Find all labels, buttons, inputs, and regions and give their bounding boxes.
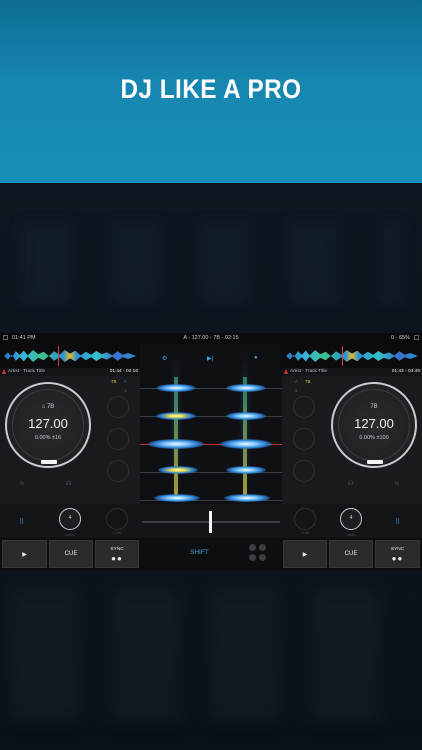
deck-a-grid-icon[interactable]: ⠿ <box>19 518 24 526</box>
crossfader-handle[interactable] <box>209 511 212 533</box>
deck-b-key: 7B <box>370 404 378 410</box>
transport-row: ▶ CUE SYNC ●● SHIFT ▶ CUE SYNC ●● <box>0 538 422 570</box>
settings-icon[interactable]: ⚙ <box>162 355 167 362</box>
blurred-background-bottom <box>0 570 422 750</box>
deck-a-eq-column <box>103 382 133 502</box>
deck-a-key: ⌂ 7B <box>41 404 55 410</box>
sync-dots: ●● <box>391 554 404 563</box>
sync-dots: ●● <box>111 554 123 563</box>
deck-a-play-button[interactable]: ▶ <box>2 540 47 568</box>
shift-button[interactable]: SHIFT <box>190 549 209 556</box>
beat-peak <box>154 494 200 502</box>
waveform-overview <box>4 350 136 362</box>
deck-a-cue-button[interactable]: CUE <box>49 540 93 568</box>
status-bar: 01:41 PM A - 127.00 - 7B - 02:15 0 - 65% <box>0 333 422 344</box>
gain-value: 4 <box>349 515 353 521</box>
sync-label: SYNC <box>390 547 405 552</box>
gain-label: GAIN <box>65 533 75 537</box>
beat-peak <box>158 466 198 474</box>
deck-b-grid-icon[interactable]: ⠿ <box>395 518 400 526</box>
low-label: LOW <box>112 531 122 535</box>
deck-a-bpm: 127.00 <box>28 416 68 431</box>
deck-b-track-title: Artist - Track Title <box>290 369 328 374</box>
deck-a-sync-button[interactable]: SYNC ●● <box>95 540 139 568</box>
deck-b-gain-knob[interactable]: 4 GAIN <box>340 508 362 537</box>
headphone-icon[interactable]: ☊ <box>66 480 71 487</box>
jog-position-marker <box>367 460 383 464</box>
deck-b-sync-button[interactable]: SYNC ●● <box>375 540 420 568</box>
deck-a-low-knob[interactable]: LOW <box>106 508 128 535</box>
deck-b-time: 01:43 - 03:49 <box>391 369 420 374</box>
gain-label: GAIN <box>346 533 356 537</box>
deck-a: ⌂ 7B 127.00 0.00% ±16 7B 5 3 fx ☊ <box>0 376 140 504</box>
deck-b-bpm: 127.00 <box>354 416 394 431</box>
beat-peak <box>226 466 266 474</box>
eq-low-knob[interactable] <box>293 460 315 482</box>
low-label: LOW <box>300 531 310 535</box>
fx-icon[interactable]: fx <box>20 481 24 487</box>
record-icon[interactable]: ● <box>254 355 258 361</box>
eq-high-knob[interactable] <box>293 396 315 418</box>
deck-b-cue-button[interactable]: CUE <box>329 540 373 568</box>
play-icon: ▶ <box>22 552 27 558</box>
deck-a-beat-stem <box>174 377 178 497</box>
deck-b-waveform-overview[interactable] <box>282 344 422 368</box>
deck-b-pitch: 0.00% ±100 <box>359 435 389 441</box>
jog-position-marker <box>41 460 57 464</box>
dj-app-screen: 01:41 PM A - 127.00 - 7B - 02:15 0 - 65%… <box>0 333 422 570</box>
promo-banner: DJ LIKE A PRO <box>0 0 422 183</box>
gain-value: 4 <box>68 515 72 521</box>
sync-label: SYNC <box>110 547 124 552</box>
beat-peak <box>156 384 196 392</box>
headphone-icon[interactable]: ☊ <box>348 480 353 487</box>
deck-a-key-value: 7B <box>46 404 55 410</box>
eq-high-knob[interactable] <box>107 396 129 418</box>
cue-marker-icon <box>2 369 6 374</box>
mixer-strip: ⠿ 4 GAIN LOW LOW 4 GAIN ⠿ <box>0 504 422 538</box>
center-waveform[interactable]: ⚙ ▶| ● <box>140 344 282 504</box>
eq-mid-knob[interactable] <box>293 428 315 450</box>
expand-icon[interactable] <box>414 335 419 340</box>
beat-peak <box>148 439 204 449</box>
beat-peak <box>226 412 266 420</box>
status-track-info: A - 127.00 - 7B - 02:15 <box>183 335 239 341</box>
overview-playhead <box>58 346 59 366</box>
deck-b-beat-stem <box>243 377 247 497</box>
beat-peak <box>220 439 272 449</box>
status-battery: 0 - 65% <box>391 335 410 341</box>
deck-a-jog-wheel[interactable]: ⌂ 7B 127.00 0.00% ±16 <box>5 382 91 468</box>
promo-headline: DJ LIKE A PRO <box>120 74 302 104</box>
cue-label: CUE <box>344 551 358 557</box>
deck-b-track-row: Artist - Track Title 01:43 - 03:49 <box>282 368 422 376</box>
blurred-background-top <box>0 183 422 333</box>
deck-b-play-button[interactable]: ▶ <box>283 540 327 568</box>
deck-b-jog-wheel[interactable]: 7B 127.00 0.00% ±100 <box>331 382 417 468</box>
cue-marker-icon <box>284 369 288 374</box>
beat-peak <box>226 384 266 392</box>
deck-a-waveform-overview[interactable] <box>0 344 140 368</box>
overview-playhead <box>342 346 343 366</box>
deck-a-gain-knob[interactable]: 4 GAIN <box>59 508 81 537</box>
waveform-overview <box>286 350 418 362</box>
beat-peak <box>156 412 196 420</box>
deck-a-pitch: 0.00% ±16 <box>34 435 62 441</box>
deck-a-time: 01:44 - 02:16 <box>109 369 138 374</box>
fx-icon[interactable]: fx <box>395 481 399 487</box>
deck-a-track-row: Artist - Track Title 01:44 - 02:16 <box>0 368 140 376</box>
deck-b: 7B 127.00 0.00% ±100 A 7B 3 ☊ fx <box>282 376 422 504</box>
deck-a-track-title: Artist - Track Title <box>8 369 46 374</box>
pads-icon[interactable] <box>249 544 267 562</box>
deck-b-low-knob[interactable]: LOW <box>294 508 316 535</box>
deck-b-eq-column <box>289 382 319 502</box>
play-icon: ▶ <box>302 552 308 558</box>
eq-mid-knob[interactable] <box>107 428 129 450</box>
eq-low-knob[interactable] <box>107 460 129 482</box>
beat-peak <box>224 494 270 502</box>
cue-label: CUE <box>64 551 78 557</box>
browse-icon[interactable]: ▶| <box>207 355 213 362</box>
